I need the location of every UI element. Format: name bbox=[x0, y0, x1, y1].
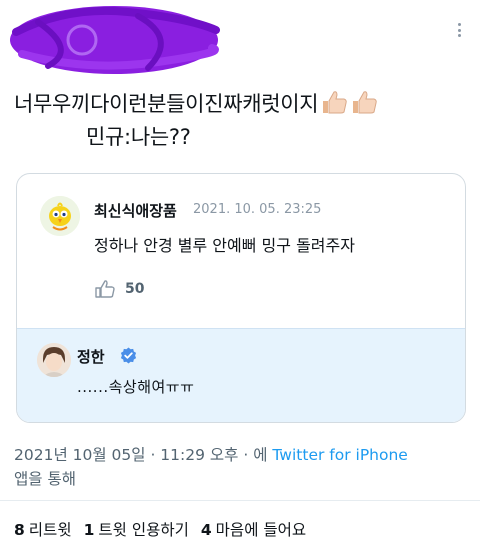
like-count: 4 bbox=[200, 521, 212, 539]
verified-badge-icon bbox=[120, 347, 137, 364]
quote-tweet-count-link[interactable]: 1 트윗 인용하기 bbox=[84, 518, 189, 540]
tweet-header bbox=[0, 0, 480, 80]
like-label: 마음에 들어요 bbox=[215, 521, 307, 539]
tweet-stats: 8 리트윗 1 트윗 인용하기 4 마음에 들어요 bbox=[14, 518, 306, 540]
quoted-tweet-text: 정하나 안경 별루 안예뻐 밍구 돌려주자 bbox=[94, 236, 355, 255]
tweet-source-link[interactable]: Twitter for iPhone bbox=[272, 446, 407, 464]
tweet-text-line1: 너무우끼다이런분들이진짜캐럿이지 bbox=[14, 92, 319, 116]
reply-text: ......속상해여ㅠㅠ bbox=[77, 378, 195, 396]
quoted-like: 50 bbox=[95, 280, 144, 298]
like-thumb-icon bbox=[95, 280, 115, 298]
quote-tweet-count: 1 bbox=[83, 521, 95, 539]
redacted-profile-scribble bbox=[10, 6, 220, 74]
tweet-timestamp[interactable]: 2021년 10월 05일 · 11:29 오후 · 에 bbox=[14, 446, 267, 464]
quoted-like-count: 50 bbox=[125, 281, 145, 297]
quoted-timestamp: 2021. 10. 05. 23:25 bbox=[193, 202, 322, 217]
avatar bbox=[40, 196, 80, 236]
more-options-icon[interactable] bbox=[452, 22, 466, 38]
tweet-source-suffix: 앱을 통해 bbox=[14, 470, 76, 488]
tweet-text-line2: 민규:나는?? bbox=[86, 125, 191, 149]
thumbs-up-emoji-icon bbox=[353, 91, 378, 114]
avatar bbox=[37, 343, 71, 377]
retweet-count: 8 bbox=[14, 521, 25, 539]
tweet-metadata: 2021년 10월 05일 · 11:29 오후 · 에 Twitter for… bbox=[14, 443, 470, 491]
retweet-count-link[interactable]: 8 리트윗 bbox=[14, 518, 72, 540]
quoted-author-name: 최신식애장품 bbox=[94, 202, 177, 220]
quote-tweet-label: 트윗 인용하기 bbox=[98, 521, 189, 539]
thumbs-up-emoji-icon bbox=[323, 91, 348, 114]
reply-comment: 정한 ......속상해여ㅠㅠ bbox=[17, 328, 465, 422]
divider bbox=[0, 500, 480, 501]
retweet-label: 리트윗 bbox=[28, 521, 72, 539]
tweet-body: 너무우끼다이런분들이진짜캐럿이지 민규:나는?? bbox=[14, 88, 474, 154]
reply-author-name: 정한 bbox=[77, 348, 105, 366]
quoted-image-card[interactable]: 최신식애장품 2021. 10. 05. 23:25 정하나 안경 별루 안예뻐… bbox=[16, 173, 466, 423]
like-count-link[interactable]: 4 마음에 들어요 bbox=[201, 518, 306, 540]
